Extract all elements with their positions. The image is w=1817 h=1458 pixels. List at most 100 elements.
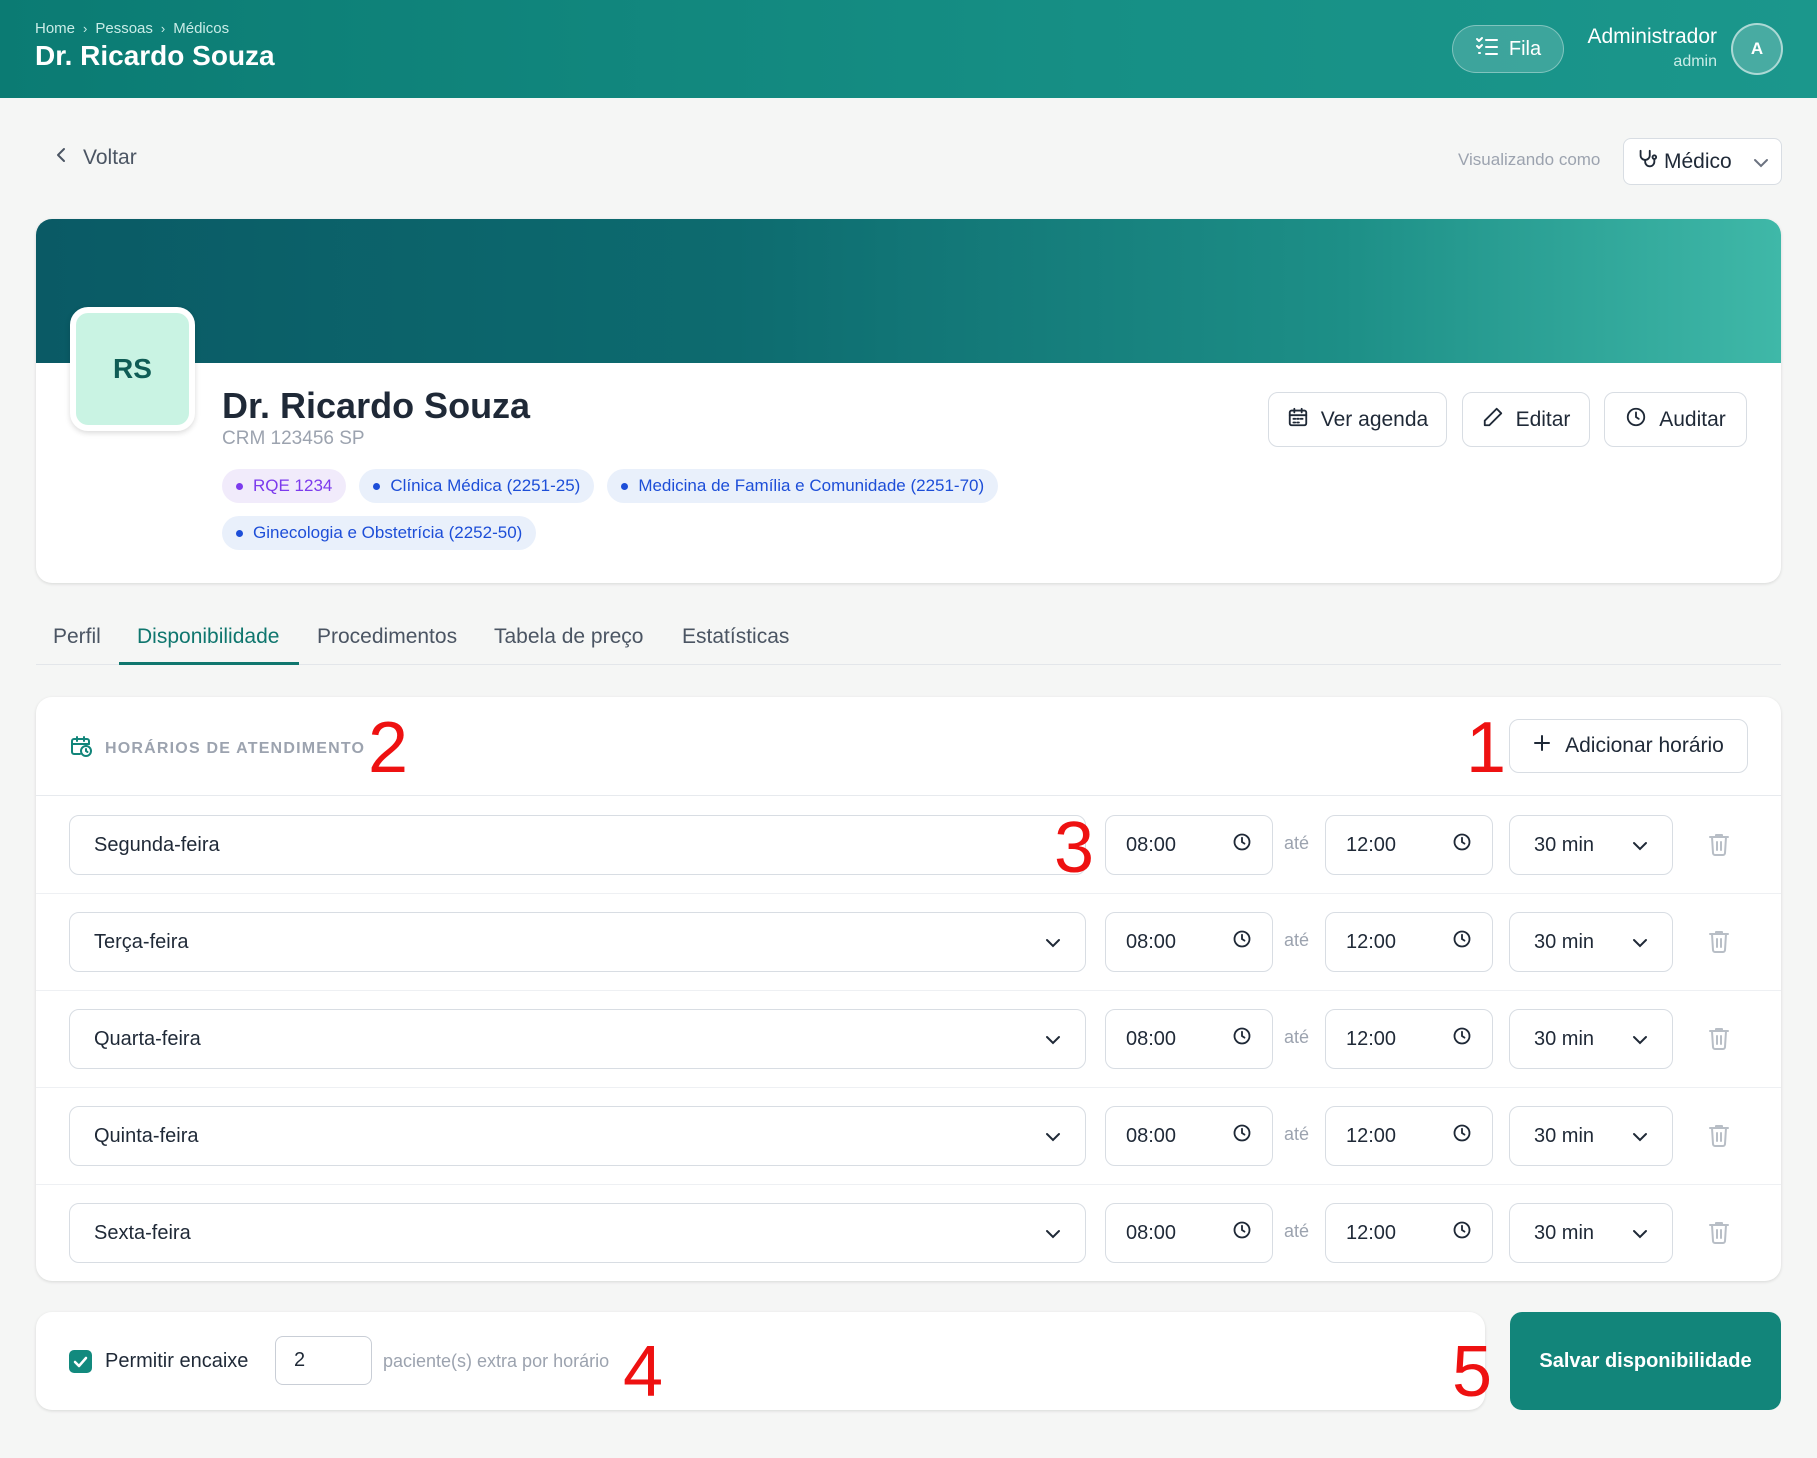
start-time-input[interactable]: 08:00 xyxy=(1105,815,1273,875)
tab-procedimentos[interactable]: Procedimentos xyxy=(317,625,457,649)
specialty-tags: RQE 1234 Clínica Médica (2251-25) Medici… xyxy=(222,469,1062,550)
time-separator: até xyxy=(1284,1124,1310,1144)
start-time-value: 08:00 xyxy=(1126,833,1177,856)
schedule-header: HORÁRIOS DE ATENDIMENTO Adicionar horári… xyxy=(36,697,1781,796)
stethoscope-icon xyxy=(1636,148,1658,176)
start-time-input[interactable]: 08:00 xyxy=(1105,1106,1273,1166)
breadcrumb-medicos[interactable]: Médicos xyxy=(173,20,229,37)
duration-select[interactable]: 30 min xyxy=(1509,1203,1673,1263)
tag-label: Ginecologia e Obstetrícia (2252-50) xyxy=(253,523,523,542)
clock-icon[interactable] xyxy=(1232,832,1252,858)
queue-button[interactable]: Fila xyxy=(1452,25,1564,73)
clock-icon[interactable] xyxy=(1452,1123,1472,1149)
back-link[interactable]: Voltar xyxy=(55,146,137,170)
clock-icon[interactable] xyxy=(1232,929,1252,955)
dot-icon xyxy=(373,482,381,490)
duration-value: 30 min xyxy=(1534,1124,1595,1147)
duration-value: 30 min xyxy=(1534,1221,1595,1244)
schedule-title: HORÁRIOS DE ATENDIMENTO xyxy=(69,734,365,763)
start-time-input[interactable]: 08:00 xyxy=(1105,1203,1273,1263)
view-agenda-button[interactable]: Ver agenda xyxy=(1268,392,1447,447)
clock-icon[interactable] xyxy=(1452,1220,1472,1246)
tag-rqe: RQE 1234 xyxy=(222,469,347,503)
chevron-down-icon xyxy=(1045,1028,1061,1051)
breadcrumb-pessoas[interactable]: Pessoas xyxy=(95,20,153,37)
clock-icon[interactable] xyxy=(1232,1026,1252,1052)
audit-label: Auditar xyxy=(1659,407,1726,431)
chevron-left-icon xyxy=(55,146,67,170)
tag-label: RQE 1234 xyxy=(253,476,333,495)
extra-patients-input[interactable]: 2 xyxy=(275,1336,372,1385)
duration-select[interactable]: 30 min xyxy=(1509,1009,1673,1069)
chevron-right-icon: › xyxy=(160,21,166,36)
clock-icon[interactable] xyxy=(1452,929,1472,955)
trash-icon[interactable] xyxy=(1708,1220,1730,1249)
day-select[interactable]: Segunda-feira xyxy=(69,815,1086,875)
chevron-down-icon xyxy=(1045,1125,1061,1148)
day-select[interactable]: Terça-feira xyxy=(69,912,1086,972)
tab-estatisticas[interactable]: Estatísticas xyxy=(682,625,789,649)
day-select[interactable]: Quinta-feira xyxy=(69,1106,1086,1166)
start-time-input[interactable]: 08:00 xyxy=(1105,1009,1273,1069)
overbooking-checkbox[interactable] xyxy=(69,1350,92,1373)
chevron-down-icon xyxy=(1632,1125,1648,1148)
breadcrumb-home[interactable]: Home xyxy=(35,20,75,37)
save-availability-button[interactable]: Salvar disponibilidade xyxy=(1510,1312,1781,1410)
chevron-down-icon xyxy=(1632,1028,1648,1051)
tab-tabela-preco[interactable]: Tabela de preço xyxy=(494,625,643,649)
start-time-value: 08:00 xyxy=(1126,1221,1177,1244)
schedule-row: Segunda-feira 08:00 até 12:00 30 min xyxy=(36,797,1781,894)
start-time-value: 08:00 xyxy=(1126,1027,1177,1050)
add-schedule-button[interactable]: Adicionar horário xyxy=(1509,719,1748,773)
chevron-down-icon xyxy=(1045,931,1061,954)
end-time-input[interactable]: 12:00 xyxy=(1325,912,1493,972)
schedule-row: Terça-feira 08:00 até 12:00 30 min xyxy=(36,894,1781,991)
back-label: Voltar xyxy=(83,146,137,169)
day-select[interactable]: Quarta-feira xyxy=(69,1009,1086,1069)
trash-icon[interactable] xyxy=(1708,832,1730,861)
audit-button[interactable]: Auditar xyxy=(1604,392,1747,447)
clock-icon[interactable] xyxy=(1232,1220,1252,1246)
overbooking-card: Permitir encaixe 2 paciente(s) extra por… xyxy=(36,1312,1485,1410)
doctor-name: Dr. Ricardo Souza xyxy=(222,385,531,426)
annotation-1: 1 xyxy=(1466,708,1507,788)
tab-disponibilidade[interactable]: Disponibilidade xyxy=(137,625,279,649)
clock-icon[interactable] xyxy=(1452,832,1472,858)
end-time-input[interactable]: 12:00 xyxy=(1325,1203,1493,1263)
start-time-input[interactable]: 08:00 xyxy=(1105,912,1273,972)
breadcrumb: Home › Pessoas › Médicos xyxy=(35,20,229,37)
schedule-row: Quarta-feira 08:00 até 12:00 30 min xyxy=(36,991,1781,1088)
annotation-4: 4 xyxy=(623,1332,664,1412)
tab-bar: Perfil Disponibilidade Procedimentos Tab… xyxy=(36,615,1781,665)
start-time-value: 08:00 xyxy=(1126,930,1177,953)
list-check-icon xyxy=(1475,35,1499,63)
chevron-down-icon xyxy=(1632,1222,1648,1245)
annotation-3: 3 xyxy=(1054,808,1095,888)
duration-select[interactable]: 30 min xyxy=(1509,912,1673,972)
clock-icon[interactable] xyxy=(1232,1123,1252,1149)
clock-icon[interactable] xyxy=(1452,1026,1472,1052)
end-time-input[interactable]: 12:00 xyxy=(1325,1009,1493,1069)
page-title: Dr. Ricardo Souza xyxy=(35,40,275,71)
end-time-input[interactable]: 12:00 xyxy=(1325,1106,1493,1166)
edit-button[interactable]: Editar xyxy=(1462,392,1590,447)
role-select-value: Médico xyxy=(1664,149,1732,173)
tab-perfil[interactable]: Perfil xyxy=(53,625,101,649)
pencil-icon xyxy=(1482,406,1504,434)
duration-select[interactable]: 30 min xyxy=(1509,815,1673,875)
end-time-input[interactable]: 12:00 xyxy=(1325,815,1493,875)
role-select[interactable]: Médico xyxy=(1623,138,1782,185)
duration-select[interactable]: 30 min xyxy=(1509,1106,1673,1166)
duration-value: 30 min xyxy=(1534,833,1595,856)
start-time-value: 08:00 xyxy=(1126,1124,1177,1147)
user-avatar[interactable]: A xyxy=(1731,23,1783,75)
day-select-value: Terça-feira xyxy=(94,930,189,953)
trash-icon[interactable] xyxy=(1708,1026,1730,1055)
top-header: Home › Pessoas › Médicos Dr. Ricardo Sou… xyxy=(0,0,1817,98)
trash-icon[interactable] xyxy=(1708,1123,1730,1152)
day-select[interactable]: Sexta-feira xyxy=(69,1203,1086,1263)
overbooking-label[interactable]: Permitir encaixe xyxy=(105,1350,248,1373)
end-time-value: 12:00 xyxy=(1346,1027,1397,1050)
calendar-icon xyxy=(1287,406,1309,434)
trash-icon[interactable] xyxy=(1708,929,1730,958)
